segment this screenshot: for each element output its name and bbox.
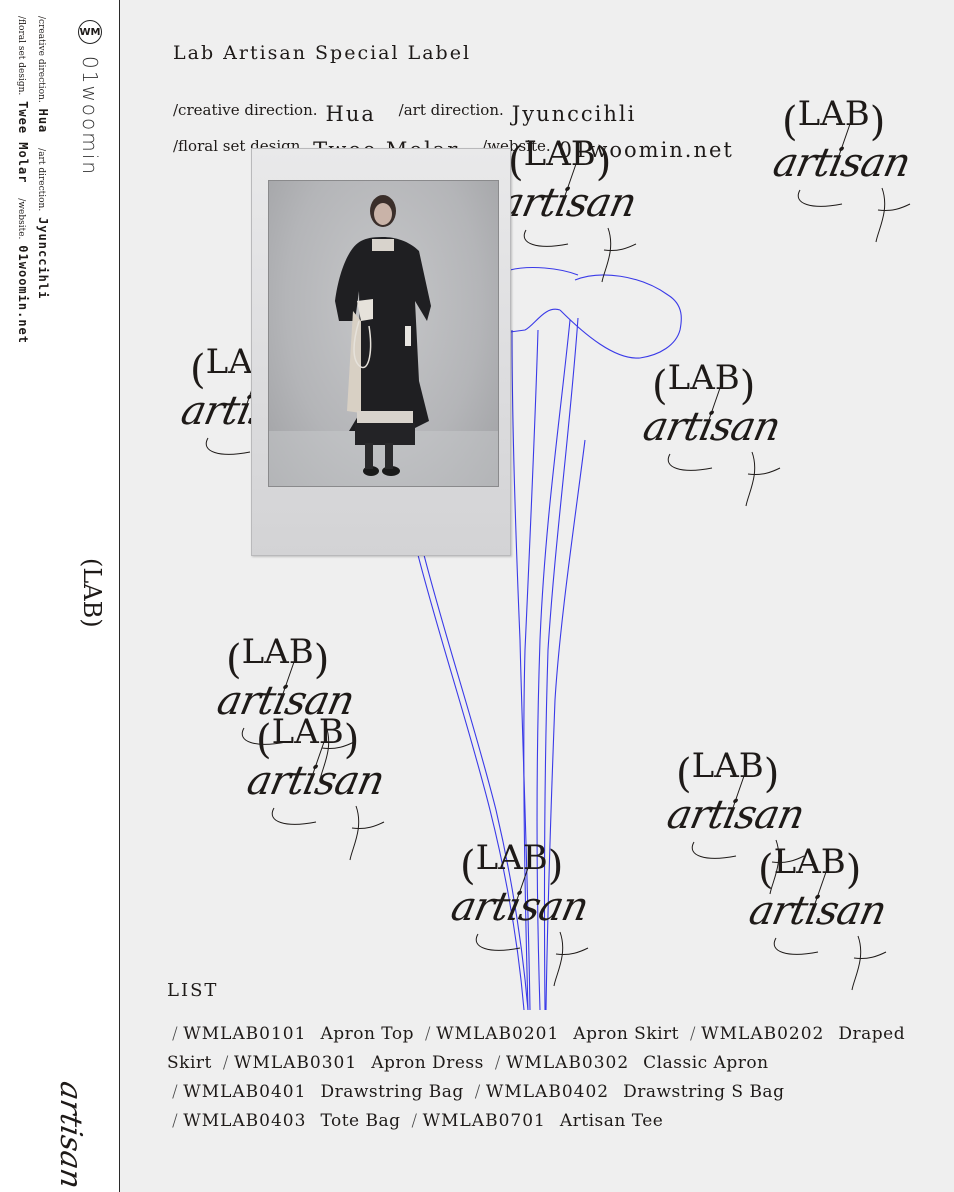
flourish-path — [773, 871, 887, 991]
flourish-strokes — [797, 123, 911, 243]
product-list-item[interactable]: / WMLAB0403 Tote Bag — [167, 1111, 401, 1131]
brand-home-link[interactable]: WM 01woomin — [78, 20, 102, 176]
lab-artisan-logo-mark: (LAB)artisan — [639, 356, 792, 507]
credits-row-1: /creative direction. Hua /art direction. J… — [173, 96, 654, 126]
product-list-item[interactable]: / WMLAB0301 Apron Dress — [218, 1053, 484, 1073]
product-list-item[interactable]: / WMLAB0402 Drawstring S Bag — [470, 1082, 785, 1102]
model-photo — [268, 180, 499, 487]
product-name: Artisan Tee — [559, 1111, 664, 1131]
list-separator: / — [222, 1053, 229, 1073]
list-separator: / — [474, 1082, 481, 1102]
polaroid-photo-frame — [251, 148, 511, 556]
product-list: / WMLAB0101 Apron Top / WMLAB0201 Apron Skir… — [167, 1020, 917, 1136]
model-figure-illustration — [269, 195, 498, 486]
product-code: WMLAB0101 — [183, 1024, 307, 1044]
flourish-path — [271, 741, 385, 861]
list-separator: / — [411, 1111, 418, 1131]
product-code: WMLAB0302 — [505, 1053, 630, 1073]
sidebar: WM 01woomin /creative direction. Hua /ar… — [0, 0, 120, 1192]
flourish-path — [797, 123, 911, 243]
product-name: Apron Top — [320, 1024, 414, 1044]
lab-artisan-logo-mark: (LAB)artisan — [447, 836, 600, 987]
list-separator: / — [424, 1024, 432, 1044]
flourish-path — [523, 163, 637, 283]
credit-value: Hua — [36, 108, 50, 134]
product-list-item[interactable]: / WMLAB0201 Apron Skirt — [420, 1024, 679, 1044]
lab-artisan-logo-mark: (LAB)artisan — [745, 840, 898, 991]
lab-artisan-logo-mark: (LAB)artisan — [243, 710, 396, 861]
product-code: WMLAB0701 — [422, 1111, 546, 1131]
product-code: WMLAB0402 — [485, 1082, 610, 1102]
iris-petal — [559, 274, 682, 359]
credit-value: Hua — [325, 102, 376, 126]
lab-artisan-logo-mark: (LAB)artisan — [495, 132, 648, 283]
product-name: Apron Skirt — [573, 1024, 680, 1044]
flourish-strokes — [773, 871, 887, 991]
credit-label: /creative direction. — [173, 101, 318, 119]
credit-value: Twee Molar — [16, 101, 30, 184]
credit-value: Jyunccihli — [511, 102, 637, 126]
product-list-item[interactable]: / WMLAB0101 Apron Top — [167, 1024, 414, 1044]
product-code: WMLAB0202 — [701, 1024, 825, 1044]
product-list-item[interactable]: / WMLAB0302 Classic Apron — [490, 1053, 769, 1073]
flourish-strokes — [475, 867, 589, 987]
list-separator: / — [172, 1111, 179, 1131]
list-separator: / — [689, 1024, 697, 1044]
list-separator: / — [172, 1082, 179, 1102]
product-code: WMLAB0401 — [183, 1082, 307, 1102]
list-separator: / — [172, 1024, 179, 1044]
product-code: WMLAB0201 — [436, 1024, 560, 1044]
credit-label: /art direction. — [398, 101, 504, 119]
product-code: WMLAB0403 — [183, 1111, 307, 1131]
flourish-strokes — [271, 741, 385, 861]
product-name: Drawstring S Bag — [623, 1082, 785, 1102]
list-separator: / — [494, 1053, 501, 1073]
flourish-path — [475, 867, 589, 987]
sidebar-artisan-script: artisan — [53, 1078, 88, 1192]
credit-value: Jyunccihli — [36, 217, 50, 300]
sidebar-credits-row-2: /floral set design. Twee Molar /website.… — [16, 16, 30, 356]
lab-artisan-logo-mark: (LAB)artisan — [769, 92, 922, 243]
product-name: Apron Dress — [371, 1053, 484, 1073]
list-heading: LIST — [167, 980, 219, 1001]
credit-label: /floral set design. — [16, 16, 26, 96]
flourish-strokes — [523, 163, 637, 283]
website-link[interactable]: 01woomin.net — [16, 245, 30, 344]
sidebar-credits-row-1: /creative direction. Hua /art direction.… — [36, 16, 50, 311]
page-title: Lab Artisan Special Label — [173, 42, 472, 64]
flourish-strokes — [667, 387, 781, 507]
credit-label: /website. — [16, 198, 26, 240]
flourish-path — [667, 387, 781, 507]
product-name: Tote Bag — [320, 1111, 401, 1131]
credit-label: /creative direction. — [36, 16, 46, 103]
product-list-item[interactable]: / WMLAB0701 Artisan Tee — [406, 1111, 663, 1131]
sidebar-lab-mark: (LAB) — [78, 558, 106, 628]
product-name: Drawstring Bag — [320, 1082, 464, 1102]
credit-label: /art direction. — [36, 148, 46, 212]
iris-petal — [509, 308, 561, 333]
product-name: Classic Apron — [643, 1053, 769, 1073]
brand-name: 01woomin — [78, 56, 102, 176]
wm-logo-icon: WM — [78, 20, 102, 44]
product-code: WMLAB0301 — [233, 1053, 358, 1073]
product-list-item[interactable]: / WMLAB0401 Drawstring Bag — [167, 1082, 464, 1102]
